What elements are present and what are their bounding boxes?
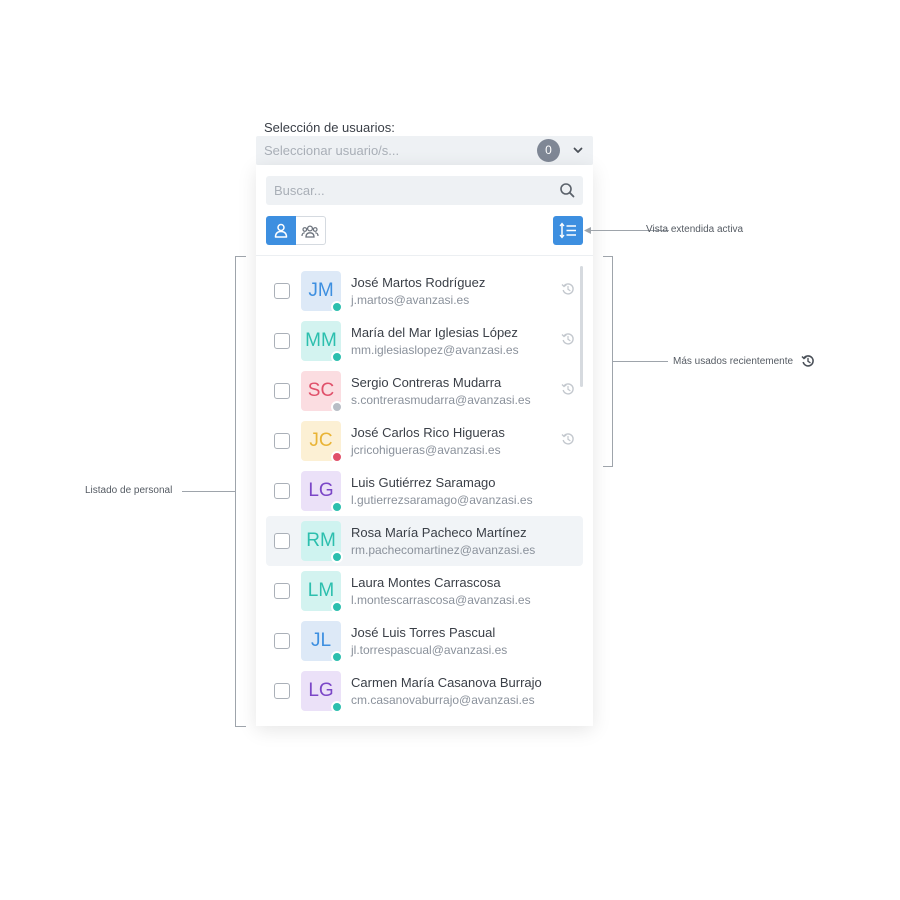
history-icon: [561, 333, 574, 345]
bracket-left-bottom: [235, 726, 246, 727]
divider: [256, 255, 593, 256]
selected-count-badge: 0: [537, 139, 560, 162]
annotation-line: [182, 491, 235, 492]
user-icon: [274, 223, 288, 238]
user-checkbox[interactable]: [274, 283, 290, 299]
status-dot: [331, 701, 343, 713]
user-email: s.contrerasmudarra@avanzasi.es: [351, 393, 531, 407]
status-dot: [331, 651, 343, 663]
user-row[interactable]: LM Laura Montes Carrascosa l.montescarrasc…: [266, 566, 583, 616]
user-email: jcricohigueras@avanzasi.es: [351, 443, 501, 457]
sort-list-icon: [559, 222, 576, 239]
chevron-down-icon[interactable]: [572, 144, 584, 156]
status-dot: [331, 451, 343, 463]
field-label: Selección de usuarios:: [264, 120, 395, 135]
user-checkbox[interactable]: [274, 433, 290, 449]
status-dot: [331, 551, 343, 563]
user-name: Carmen María Casanova Burrajo: [351, 675, 542, 690]
user-checkbox[interactable]: [274, 383, 290, 399]
user-name: Luis Gutiérrez Saramago: [351, 475, 496, 490]
user-row[interactable]: LG Luis Gutiérrez Saramago l.gutierrezsara…: [266, 466, 583, 516]
status-dot: [331, 501, 343, 513]
user-name: José Luis Torres Pascual: [351, 625, 496, 640]
history-icon: [561, 433, 574, 445]
groups-filter-toggle[interactable]: [296, 216, 326, 245]
user-name: José Martos Rodríguez: [351, 275, 486, 290]
user-email: l.gutierrezsaramago@avanzasi.es: [351, 493, 533, 507]
user-checkbox[interactable]: [274, 683, 290, 699]
annotation-line: [612, 361, 668, 362]
dropdown-panel: Buscar... JM José Martos Rodríguez j.marto…: [256, 165, 593, 726]
user-name: María del Mar Iglesias López: [351, 325, 518, 340]
annotation-extended-view: Vista extendida activa: [646, 224, 744, 235]
user-checkbox[interactable]: [274, 533, 290, 549]
user-select-dropdown[interactable]: Seleccionar usuario/s... 0: [256, 136, 593, 165]
history-icon: [801, 355, 814, 367]
scrollbar[interactable]: [580, 266, 583, 387]
extended-view-button[interactable]: [553, 216, 583, 245]
user-name: Rosa María Pacheco Martínez: [351, 525, 527, 540]
user-email: cm.casanovaburrajo@avanzasi.es: [351, 693, 535, 707]
search-input[interactable]: Buscar...: [266, 176, 583, 205]
status-dot: [331, 401, 343, 413]
arrow-left-icon: [584, 227, 591, 234]
status-dot: [331, 301, 343, 313]
user-name: Laura Montes Carrascosa: [351, 575, 501, 590]
history-icon: [561, 383, 574, 395]
user-row[interactable]: MM María del Mar Iglesias López mm.iglesia…: [266, 316, 583, 366]
user-checkbox[interactable]: [274, 583, 290, 599]
bracket-left-top: [235, 256, 246, 257]
search-icon[interactable]: [559, 182, 575, 198]
group-icon: [301, 225, 319, 238]
annotation-list: Listado de personal: [85, 485, 173, 496]
history-icon: [561, 283, 574, 295]
user-email: jl.torrespascual@avanzasi.es: [351, 643, 508, 657]
user-checkbox[interactable]: [274, 333, 290, 349]
user-row[interactable]: SC Sergio Contreras Mudarra s.contrerasmud…: [266, 366, 583, 416]
users-filter-toggle[interactable]: [266, 216, 296, 245]
user-row[interactable]: JM José Martos Rodríguez j.martos@avanzasi…: [266, 266, 583, 316]
user-checkbox[interactable]: [274, 483, 290, 499]
user-list: JM José Martos Rodríguez j.martos@avanzasi…: [266, 266, 583, 716]
annotation-recent: Más usados recientemente: [673, 356, 794, 367]
user-name: Sergio Contreras Mudarra: [351, 375, 502, 390]
user-email: mm.iglesiaslopez@avanzasi.es: [351, 343, 519, 357]
user-row[interactable]: LG Carmen María Casanova Burrajo cm.casano…: [266, 666, 583, 716]
user-row[interactable]: RM Rosa María Pacheco Martínez rm.pachecom…: [266, 516, 583, 566]
status-dot: [331, 351, 343, 363]
user-row[interactable]: JL José Luis Torres Pascual jl.torrespascu…: [266, 616, 583, 666]
bracket-left-vertical: [235, 256, 236, 726]
bracket-right-bottom: [603, 466, 613, 467]
select-placeholder: Seleccionar usuario/s...: [264, 143, 400, 158]
user-name: José Carlos Rico Higueras: [351, 425, 505, 440]
user-email: j.martos@avanzasi.es: [351, 293, 470, 307]
user-email: l.montescarrascosa@avanzasi.es: [351, 593, 531, 607]
user-email: rm.pachecomartinez@avanzasi.es: [351, 543, 536, 557]
user-checkbox[interactable]: [274, 633, 290, 649]
search-placeholder: Buscar...: [274, 183, 325, 198]
user-row[interactable]: JC José Carlos Rico Higueras jcricohiguera…: [266, 416, 583, 466]
status-dot: [331, 601, 343, 613]
